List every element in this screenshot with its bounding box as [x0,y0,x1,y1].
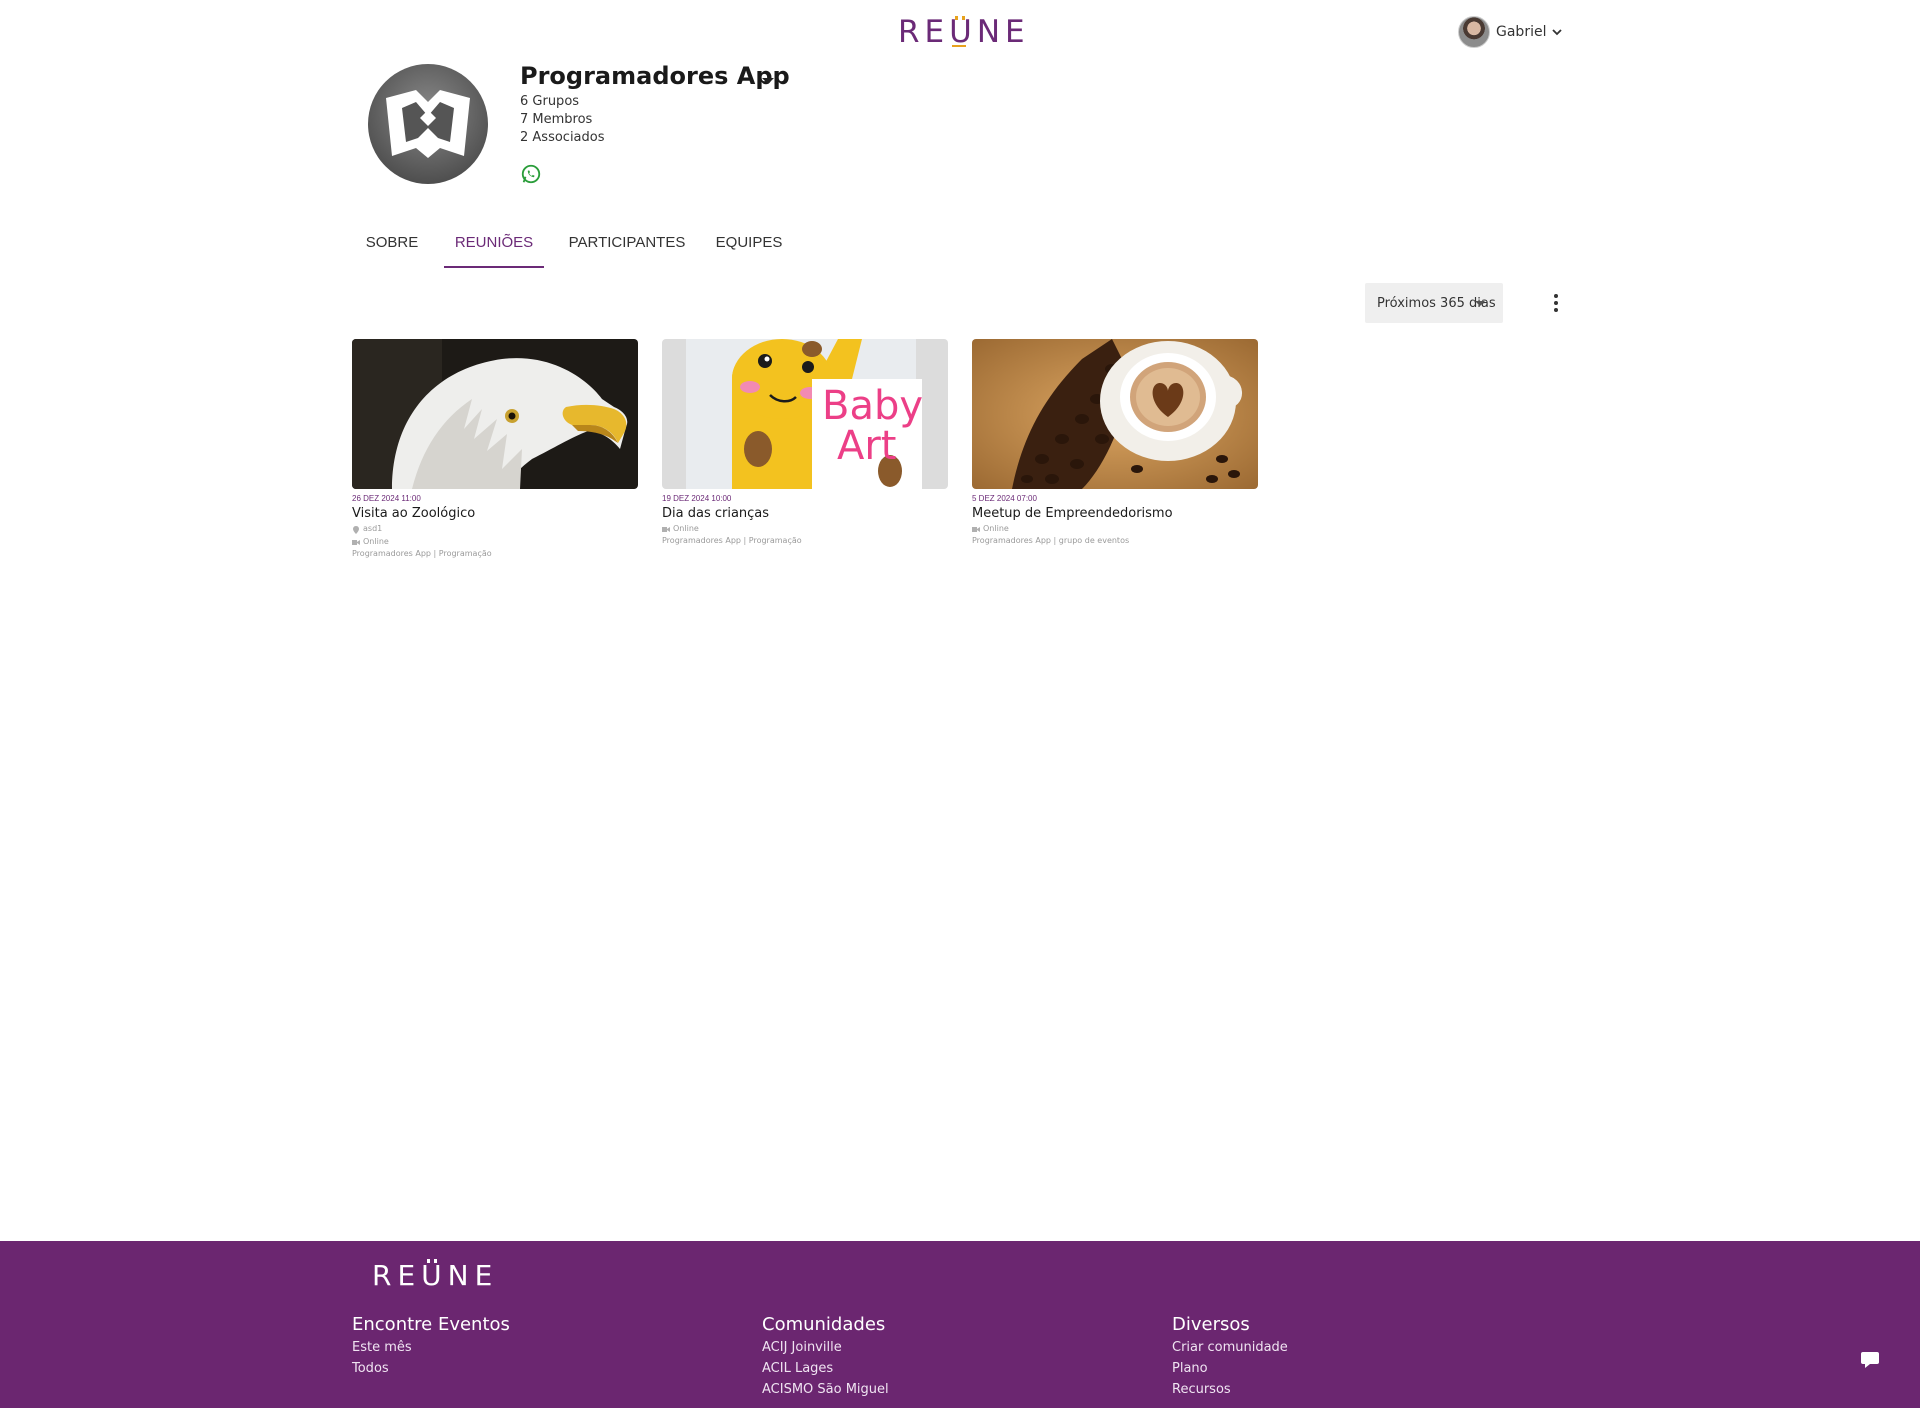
tab-sobre[interactable]: SOBRE [352,224,432,268]
tabs-bar: SOBRE REUNIÕES PARTICIPANTES EQUIPES [352,224,788,268]
chat-icon[interactable] [1860,1351,1880,1369]
footer-column-title: Comunidades [762,1314,886,1335]
event-mode-text: Online [673,524,699,533]
event-card[interactable]: 5 DEZ 2024 07:00 Meetup de Empreendedori… [972,339,1258,546]
footer-column-comunidades: Comunidades ACIJ Joinville ACIL Lages AC… [762,1314,889,1400]
footer-link-recursos[interactable]: Recursos [1172,1379,1288,1400]
footer-link-acismo[interactable]: ACISMO São Miguel [762,1379,889,1400]
event-image-coffee[interactable] [972,339,1258,489]
event-mode-text: Online [983,524,1009,533]
avatar[interactable] [1458,16,1490,48]
reune-logo[interactable]: REUNE [898,14,1030,50]
event-card[interactable]: 26 DEZ 2024 11:00 Visita ao Zoológico as… [352,339,638,559]
video-camera-icon [662,526,670,533]
tab-equipes[interactable]: EQUIPES [710,224,788,268]
event-title[interactable]: Visita ao Zoológico [352,506,638,521]
footer-column-diversos: Diversos Criar comunidade Plano Recursos [1172,1314,1288,1400]
event-card[interactable]: Baby Art 19 DEZ 2024 10:00 Dia das crian… [662,339,948,546]
baby-art-title-2: Art [837,423,897,469]
event-date: 5 DEZ 2024 07:00 [972,494,1037,503]
event-title[interactable]: Meetup de Empreendedorismo [972,506,1258,521]
footer-link-plano[interactable]: Plano [1172,1358,1288,1379]
event-location-text: asd1 [363,524,383,533]
event-mode: Online [352,537,638,547]
stat-members: 7 Membros [520,112,593,127]
whatsapp-icon[interactable] [520,163,542,185]
footer-column-title: Encontre Eventos [352,1314,510,1335]
event-group: Programadores App | Programação [662,536,802,545]
event-group: Programadores App | grupo de eventos [972,536,1130,545]
footer-link-criar-comunidade[interactable]: Criar comunidade [1172,1337,1288,1358]
event-group: Programadores App | Programação [352,549,492,558]
event-date: 26 DEZ 2024 11:00 [352,494,421,503]
event-date: 19 DEZ 2024 10:00 [662,494,732,503]
footer-link-todos[interactable]: Todos [352,1358,510,1379]
community-menu-caret-icon[interactable] [762,78,774,84]
footer: REUNE Encontre Eventos Este mês Todos Co… [0,1241,1920,1408]
event-mode-text: Online [363,537,389,546]
more-options-icon[interactable] [1548,292,1564,314]
period-select[interactable]: Próximos 365 dias [1365,283,1503,323]
stat-associates: 2 Associados [520,130,605,145]
tab-participantes[interactable]: PARTICIPANTES [564,224,690,268]
event-title[interactable]: Dia das crianças [662,506,948,521]
tab-reunioes[interactable]: REUNIÕES [444,224,544,268]
top-bar: REUNE Gabriel [0,0,1920,64]
footer-link-acil[interactable]: ACIL Lages [762,1358,889,1379]
community-title: Programadores App [520,62,790,90]
footer-link-acij[interactable]: ACIJ Joinville [762,1337,889,1358]
community-logo [368,64,488,184]
event-image-eagle[interactable] [352,339,638,489]
footer-link-este-mes[interactable]: Este mês [352,1337,510,1358]
chevron-down-icon[interactable] [1552,25,1563,39]
event-mode: Online [662,524,948,534]
stat-groups: 6 Grupos [520,94,580,109]
community-logo-icon [386,90,470,158]
footer-column-title: Diversos [1172,1314,1250,1335]
footer-logo[interactable]: REUNE [372,1259,498,1292]
user-name[interactable]: Gabriel [1496,24,1546,40]
video-camera-icon [352,539,360,546]
dropdown-arrow-icon [1475,301,1485,306]
location-pin-icon [352,525,360,534]
user-menu[interactable]: Gabriel [1458,16,1563,48]
footer-column-eventos: Encontre Eventos Este mês Todos [352,1314,510,1379]
event-mode: Online [972,524,1258,534]
video-camera-icon [972,526,980,533]
event-location: asd1 [352,524,638,534]
event-image-giraffe[interactable]: Baby Art [662,339,948,489]
